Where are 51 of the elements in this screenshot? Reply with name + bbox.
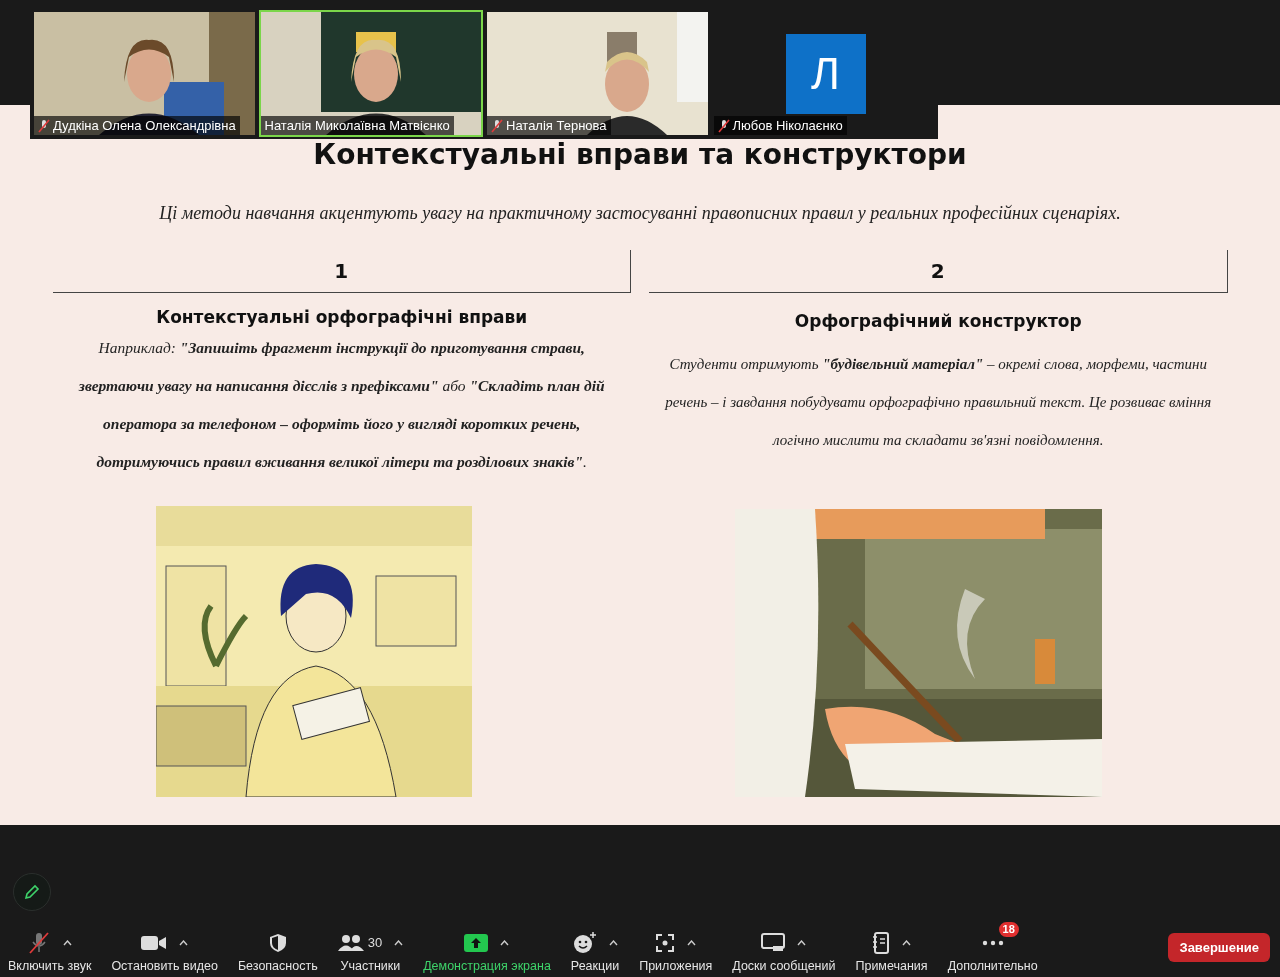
notebook-icon xyxy=(872,931,891,954)
smiley-plus-icon xyxy=(572,931,597,954)
video-tile[interactable]: Наталія Миколаївна Матвієнко xyxy=(258,10,483,137)
participants-button[interactable]: 30 Участники xyxy=(337,921,404,973)
muted-mic-icon xyxy=(717,118,730,133)
caret-icon[interactable] xyxy=(902,939,912,946)
apps-icon xyxy=(655,932,676,953)
apps-button[interactable]: Приложения xyxy=(639,921,713,973)
muted-mic-icon xyxy=(38,118,50,133)
caret-icon[interactable] xyxy=(63,939,73,946)
more-icon xyxy=(981,939,1004,946)
people-icon xyxy=(337,933,364,952)
video-camera-icon xyxy=(141,934,168,951)
video-tile[interactable]: Дудкіна Олена Олександрівна xyxy=(32,10,257,137)
notes-button[interactable]: Примечания xyxy=(855,921,928,973)
participant-name: Любов Ніколаєнко xyxy=(713,116,847,135)
security-button[interactable]: Безопасность xyxy=(237,921,318,973)
share-button[interactable]: Демонстрация экрана xyxy=(423,921,551,973)
caret-icon[interactable] xyxy=(394,939,404,946)
annotate-button[interactable] xyxy=(13,873,51,911)
share-screen-icon xyxy=(464,933,489,952)
whiteboard-icon xyxy=(761,932,786,953)
reactions-button[interactable]: Реакции xyxy=(570,921,620,973)
column-text: Студенти отримують "будівельний матеріал" – окремі слова, морфеми, частини речень – і завдання побудувати орфографічно правильний текст. Це розвиває вміння логічно мислити та складати зв'язні повідомлення. xyxy=(663,355,1213,450)
column-text: Наприклад: "Запишіть фрагмент інструкції до приготування страви, звертаючи увагу на написання дієслів з префіксами" або "Складіть план дій оператора за телефоном – оформіть його у вигляді коротких речень, дотримуючись правил вживання великої літери та розділових знаків". xyxy=(77,338,606,472)
participant-name: Наталія Миколаївна Матвієнко xyxy=(260,116,454,135)
mic-button[interactable]: Включить звук xyxy=(8,921,92,973)
column-heading: Контекстуальні орфографічні вправи xyxy=(156,307,528,327)
whiteboards-button[interactable]: Доски сообщений xyxy=(732,921,836,973)
caret-icon[interactable] xyxy=(608,939,618,946)
caret-icon[interactable] xyxy=(797,939,807,946)
caret-icon[interactable] xyxy=(179,939,189,946)
pencil-icon xyxy=(24,884,40,900)
participant-name: Дудкіна Олена Олександрівна xyxy=(34,116,240,135)
leave-button[interactable]: Завершение xyxy=(1168,932,1270,962)
caret-icon[interactable] xyxy=(500,939,510,946)
slide-title: Контекстуальні вправи та конструктори xyxy=(313,137,967,173)
muted-mic-icon xyxy=(491,118,503,133)
more-button[interactable]: 18 Дополнительно xyxy=(947,921,1038,973)
slide-subtitle: Ці методи навчання акцентують увагу на практичному застосуванні правописних правил у реальних професійних сценаріях. xyxy=(159,203,1121,224)
notification-badge: 18 xyxy=(998,921,1019,937)
column-heading: Орфографічний конструктор xyxy=(794,311,1082,331)
participant-name: Наталія Тернова xyxy=(487,116,611,135)
step-number: 1 xyxy=(52,250,631,293)
caret-icon[interactable] xyxy=(687,939,697,946)
video-tile[interactable]: Наталія Тернова xyxy=(485,10,710,137)
step-number: 2 xyxy=(649,250,1228,293)
shield-icon xyxy=(268,932,287,953)
video-button[interactable]: Остановить видео xyxy=(111,921,218,973)
participant-count: 30 xyxy=(367,935,383,950)
avatar: Л xyxy=(785,34,866,114)
